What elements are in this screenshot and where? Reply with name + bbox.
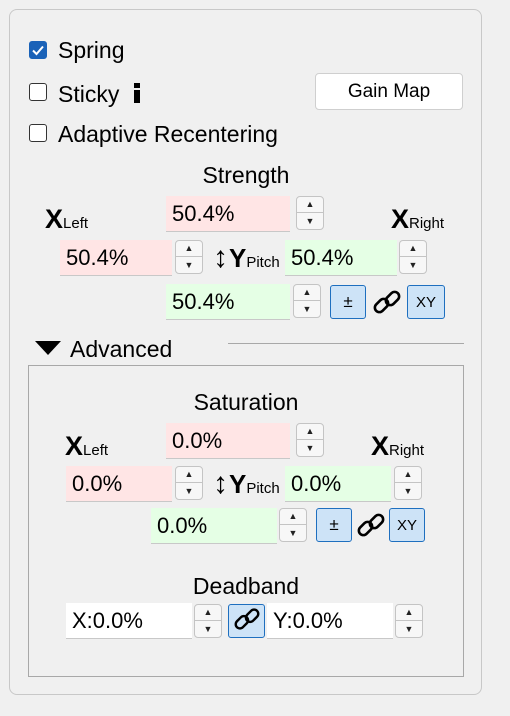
link-icon bbox=[233, 606, 261, 637]
spin-down-icon[interactable]: ▼ bbox=[395, 483, 421, 499]
spin-up-icon[interactable]: ▲ bbox=[280, 509, 306, 525]
adaptive-recentering-label: Adaptive Recentering bbox=[58, 121, 278, 147]
spin-up-icon[interactable]: ▲ bbox=[395, 467, 421, 483]
spin-down-icon[interactable]: ▼ bbox=[400, 257, 426, 273]
spin-up-icon[interactable]: ▲ bbox=[297, 197, 323, 213]
saturation-title: Saturation bbox=[193, 389, 299, 415]
deadband-title: Deadband bbox=[192, 573, 300, 599]
strength-top-field[interactable]: 50.4% bbox=[166, 196, 290, 232]
sticky-checkbox[interactable] bbox=[29, 83, 47, 101]
advanced-expand-triangle-icon[interactable] bbox=[34, 339, 62, 362]
spin-down-icon[interactable]: ▼ bbox=[280, 525, 306, 541]
saturation-x-left-label: XLeft bbox=[65, 431, 109, 461]
gain-map-button[interactable]: Gain Map bbox=[315, 73, 463, 110]
up-down-arrow-icon: ↕ bbox=[213, 467, 228, 500]
strength-y-pitch-label: YPitch bbox=[229, 243, 280, 273]
saturation-xy-button[interactable]: XY bbox=[389, 508, 425, 542]
saturation-right-field[interactable]: 0.0% bbox=[285, 466, 391, 502]
spring-label: Spring bbox=[58, 37, 125, 63]
advanced-label[interactable]: Advanced bbox=[70, 336, 172, 362]
strength-title: Strength bbox=[202, 162, 290, 188]
adaptive-recentering-checkbox[interactable] bbox=[29, 124, 47, 142]
strength-right-spinner[interactable]: ▲ ▼ bbox=[399, 240, 427, 274]
saturation-left-spinner[interactable]: ▲ ▼ bbox=[175, 466, 203, 500]
strength-plusminus-button[interactable]: ± bbox=[330, 285, 366, 319]
saturation-left-field[interactable]: 0.0% bbox=[66, 466, 172, 502]
spring-checkbox[interactable] bbox=[29, 41, 47, 59]
spin-down-icon[interactable]: ▼ bbox=[396, 621, 422, 637]
link-icon[interactable] bbox=[372, 288, 402, 321]
saturation-right-spinner[interactable]: ▲ ▼ bbox=[394, 466, 422, 500]
spin-down-icon[interactable]: ▼ bbox=[176, 257, 202, 273]
strength-bottom-spinner[interactable]: ▲ ▼ bbox=[293, 284, 321, 318]
info-icon[interactable] bbox=[131, 81, 143, 110]
strength-left-spinner[interactable]: ▲ ▼ bbox=[175, 240, 203, 274]
saturation-x-right-label: XRight bbox=[371, 431, 425, 461]
deadband-link-toggle-button[interactable] bbox=[228, 604, 265, 638]
strength-top-spinner[interactable]: ▲ ▼ bbox=[296, 196, 324, 230]
deadband-x-spinner[interactable]: ▲ ▼ bbox=[194, 604, 222, 638]
spin-up-icon[interactable]: ▲ bbox=[400, 241, 426, 257]
spin-down-icon[interactable]: ▼ bbox=[294, 301, 320, 317]
spin-down-icon[interactable]: ▼ bbox=[195, 621, 221, 637]
strength-bottom-field[interactable]: 50.4% bbox=[166, 284, 290, 320]
spin-down-icon[interactable]: ▼ bbox=[297, 213, 323, 229]
strength-right-field[interactable]: 50.4% bbox=[285, 240, 397, 276]
deadband-x-field[interactable]: X:0.0% bbox=[66, 603, 192, 639]
saturation-top-field[interactable]: 0.0% bbox=[166, 423, 290, 459]
strength-xy-button[interactable]: XY bbox=[407, 285, 445, 319]
spin-up-icon[interactable]: ▲ bbox=[176, 241, 202, 257]
saturation-top-spinner[interactable]: ▲ ▼ bbox=[296, 423, 324, 457]
up-down-arrow-icon: ↕ bbox=[213, 241, 228, 274]
deadband-y-spinner[interactable]: ▲ ▼ bbox=[395, 604, 423, 638]
spin-up-icon[interactable]: ▲ bbox=[294, 285, 320, 301]
saturation-bottom-field[interactable]: 0.0% bbox=[151, 508, 277, 544]
link-icon[interactable] bbox=[356, 511, 386, 544]
advanced-divider bbox=[228, 343, 464, 344]
saturation-plusminus-button[interactable]: ± bbox=[316, 508, 352, 542]
strength-x-left-label: XLeft bbox=[45, 204, 89, 234]
strength-x-right-label: XRight bbox=[391, 204, 445, 234]
saturation-bottom-spinner[interactable]: ▲ ▼ bbox=[279, 508, 307, 542]
spin-down-icon[interactable]: ▼ bbox=[297, 440, 323, 456]
saturation-y-pitch-label: YPitch bbox=[229, 469, 280, 499]
strength-left-field[interactable]: 50.4% bbox=[60, 240, 172, 276]
spin-up-icon[interactable]: ▲ bbox=[176, 467, 202, 483]
deadband-y-field[interactable]: Y:0.0% bbox=[267, 603, 393, 639]
spin-up-icon[interactable]: ▲ bbox=[195, 605, 221, 621]
spin-up-icon[interactable]: ▲ bbox=[297, 424, 323, 440]
sticky-label: Sticky bbox=[58, 81, 120, 107]
spin-down-icon[interactable]: ▼ bbox=[176, 483, 202, 499]
spin-up-icon[interactable]: ▲ bbox=[396, 605, 422, 621]
